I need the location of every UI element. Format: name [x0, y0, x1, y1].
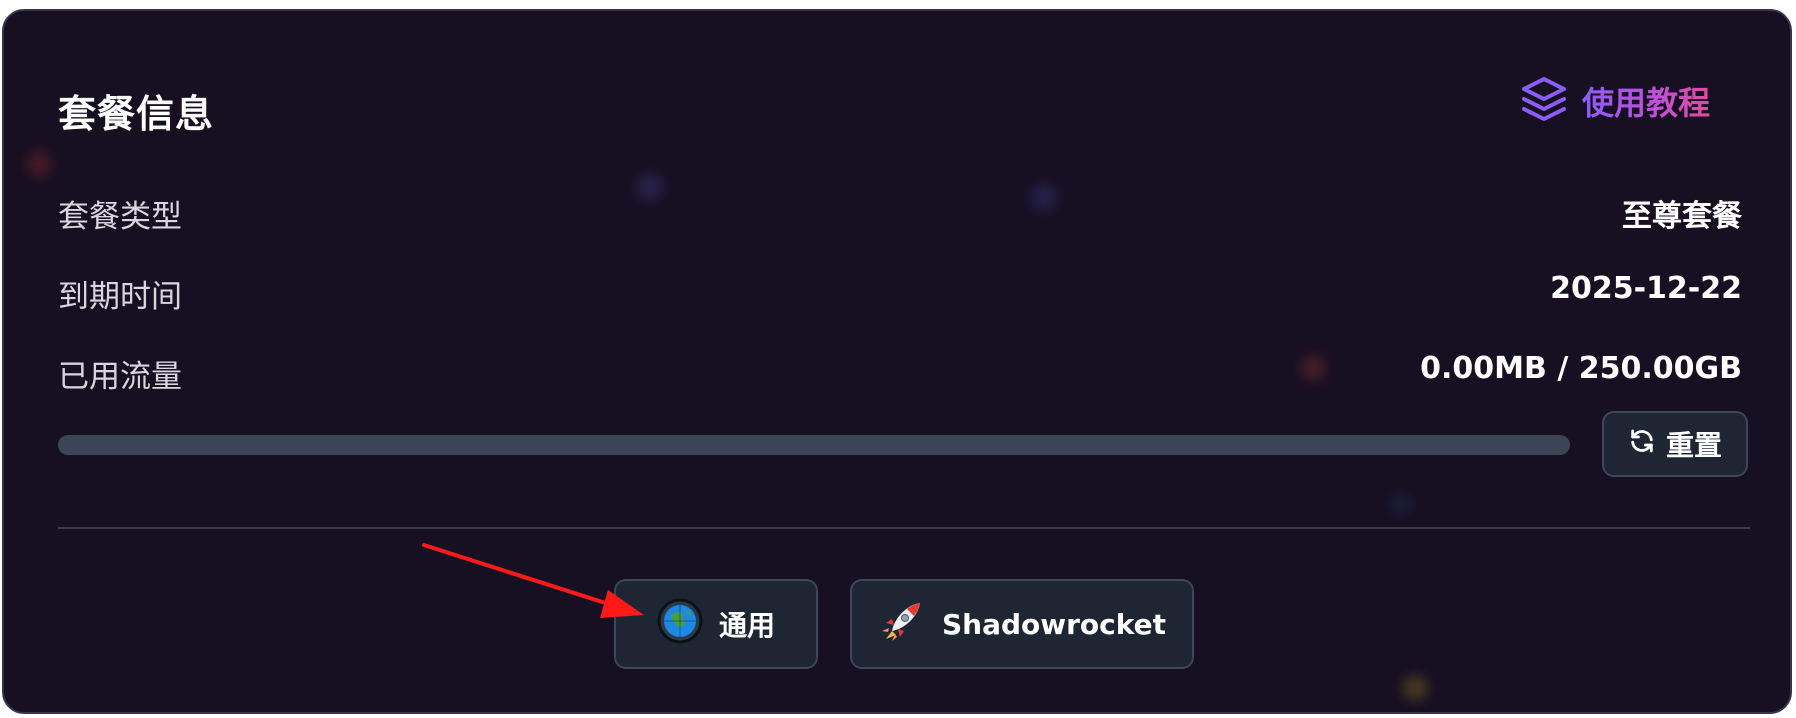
background-glow [26, 151, 52, 177]
refresh-icon [1628, 427, 1656, 462]
background-glow [636, 173, 664, 201]
background-glow [1390, 493, 1412, 515]
background-glow [1030, 183, 1058, 211]
rocket-icon [878, 597, 926, 652]
divider [58, 527, 1750, 529]
tutorial-link[interactable]: 使用教程 [1520, 75, 1710, 127]
globe-icon [657, 598, 703, 651]
reset-label: 重置 [1665, 429, 1722, 462]
layers-icon [1520, 75, 1568, 127]
plan-type-label: 套餐类型 [58, 199, 182, 235]
plan-info-card: 套餐信息 使用教程 套餐类型 至尊套餐 到期时间 2025-12-22 已用流量… [2, 9, 1792, 714]
traffic-label: 已用流量 [58, 359, 182, 395]
client-label-generic: 通用 [718, 609, 775, 642]
card-title: 套餐信息 [58, 92, 215, 136]
plan-type-value: 至尊套餐 [1622, 199, 1742, 234]
background-glow [1402, 675, 1428, 701]
client-button-generic[interactable]: 通用 [614, 579, 818, 669]
tutorial-label: 使用教程 [1582, 78, 1710, 124]
client-button-shadowrocket[interactable]: Shadowrocket [850, 579, 1194, 669]
expiry-value: 2025-12-22 [1550, 271, 1742, 306]
client-label-shadowrocket: Shadowrocket [941, 607, 1167, 641]
reset-button[interactable]: 重置 [1602, 411, 1748, 477]
traffic-value: 0.00MB / 250.00GB [1420, 351, 1742, 386]
expiry-label: 到期时间 [58, 279, 182, 315]
background-glow [1300, 355, 1326, 381]
traffic-progress-bar [58, 435, 1570, 455]
